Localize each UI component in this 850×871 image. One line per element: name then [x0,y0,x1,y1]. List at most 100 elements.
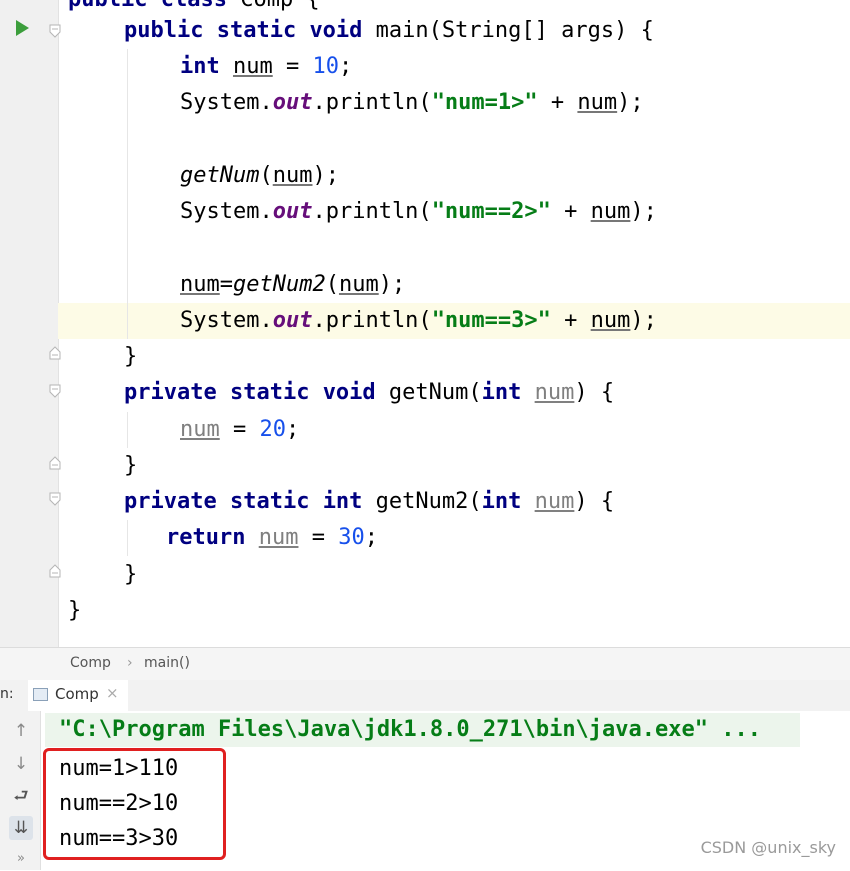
code-token: ; [286,417,300,442]
code-token: = [272,54,313,79]
code-token: public [124,18,217,43]
code-token: getNum2( [375,489,482,514]
code-token: num [590,199,631,224]
scroll-to-end-icon[interactable]: ⇊ [9,816,33,840]
indent-guide [127,49,128,339]
code-line-text: } [124,339,137,375]
code-line[interactable]: } [0,448,850,484]
code-token: num [577,90,618,115]
code-token: System. [180,199,273,224]
code-token: System. [180,90,273,115]
code-token: num [534,489,575,514]
code-token: num [534,380,575,405]
down-arrow-icon[interactable]: ↓ [9,752,33,776]
code-editor[interactable]: public class Comp {public static void ma… [0,0,850,647]
code-token: 10 [312,54,339,79]
code-token: out [272,199,313,224]
code-token: + [550,308,591,333]
code-token: Comp { [240,0,319,12]
code-token: void [322,380,389,405]
code-line-text: public static void main(String[] args) { [124,13,654,49]
code-token: 20 [259,417,287,442]
code-token: "num=1>" [431,90,538,115]
soft-wrap-icon[interactable]: ⮐ [9,784,33,808]
breadcrumb-class[interactable]: Comp [70,655,111,671]
close-icon[interactable]: × [106,684,119,702]
code-token: num [232,54,273,79]
code-line-text: return num = 30; [166,520,378,556]
more-icon[interactable]: » [9,847,33,871]
code-token: static [229,489,323,514]
tab-comp[interactable]: Comp × [28,680,128,711]
code-token: static [216,18,310,43]
code-token: ); [617,90,644,115]
code-token: num [590,308,631,333]
code-token: getNum [180,163,260,188]
code-token: out [272,90,313,115]
code-token: main(String[] args) { [375,18,654,43]
code-token: + [550,199,591,224]
code-token: } [68,598,82,623]
code-line[interactable]: System.out.println("num==3>" + num); [58,303,850,339]
breadcrumb: Comp › main() [0,647,850,681]
code-line-text: int num = 10; [180,49,352,85]
code-line-text: private static void getNum(int num) { [124,375,614,411]
code-token: = [219,417,260,442]
code-line-text: getNum(num); [180,158,339,194]
code-token: ) { [574,380,615,405]
code-token: ; [338,54,353,79]
code-token: ); [630,199,657,224]
code-token: void [309,18,376,43]
code-token: ); [630,308,657,333]
code-token: } [124,344,138,369]
code-token: int [481,489,535,514]
code-line[interactable]: } [0,593,850,629]
code-token: num [180,417,220,442]
code-token: } [124,453,138,478]
code-token: return [166,525,259,550]
code-token: int [322,489,376,514]
code-token: num [180,272,220,297]
code-line-text: } [124,557,137,593]
code-token: num [338,272,379,297]
code-token: num [258,525,299,550]
code-token: int [180,54,233,79]
code-token: 30 [338,525,365,550]
code-line[interactable]: } [0,339,850,375]
code-line-text: System.out.println("num==2>" + num); [180,194,657,230]
code-token: System. [180,308,273,333]
code-token: "num==2>" [431,199,551,224]
breadcrumb-separator: › [127,655,133,671]
code-line-text: num=getNum2(num); [180,267,405,303]
code-line[interactable]: private static int getNum2(int num) { [0,484,850,520]
code-token: static [229,380,323,405]
code-token: getNum2 [233,272,326,297]
code-line-text: private static int getNum2(int num) { [124,484,614,520]
code-token: ; [364,525,378,550]
code-token: ( [259,163,273,188]
code-token: int [481,380,535,405]
code-line[interactable]: public static void main(String[] args) { [0,13,850,49]
indent-guide [127,412,128,448]
code-token: class [161,0,240,12]
up-arrow-icon[interactable]: ↑ [9,719,33,743]
breadcrumb-method[interactable]: main() [144,655,190,671]
code-token: "num==3>" [431,308,551,333]
code-line-text: System.out.println("num=1>" + num); [180,85,644,121]
command-line-text: "C:\Program Files\Java\jdk1.8.0_271\bin\… [59,717,761,742]
code-token: = [219,272,233,297]
code-token: ) { [574,489,615,514]
code-token: .println( [312,90,432,115]
run-tab-bar: n: Comp × [0,680,850,711]
tab-label: Comp [55,685,99,703]
code-line[interactable]: } [0,557,850,593]
code-token: ); [312,163,339,188]
console-icon [33,688,48,701]
code-token: .println( [312,199,432,224]
run-panel-label: n: [0,686,14,702]
highlight-annotation-box [43,748,226,860]
code-token: } [124,562,138,587]
code-token: ( [325,272,339,297]
code-line[interactable]: private static void getNum(int num) { [0,375,850,411]
code-token: + [537,90,578,115]
